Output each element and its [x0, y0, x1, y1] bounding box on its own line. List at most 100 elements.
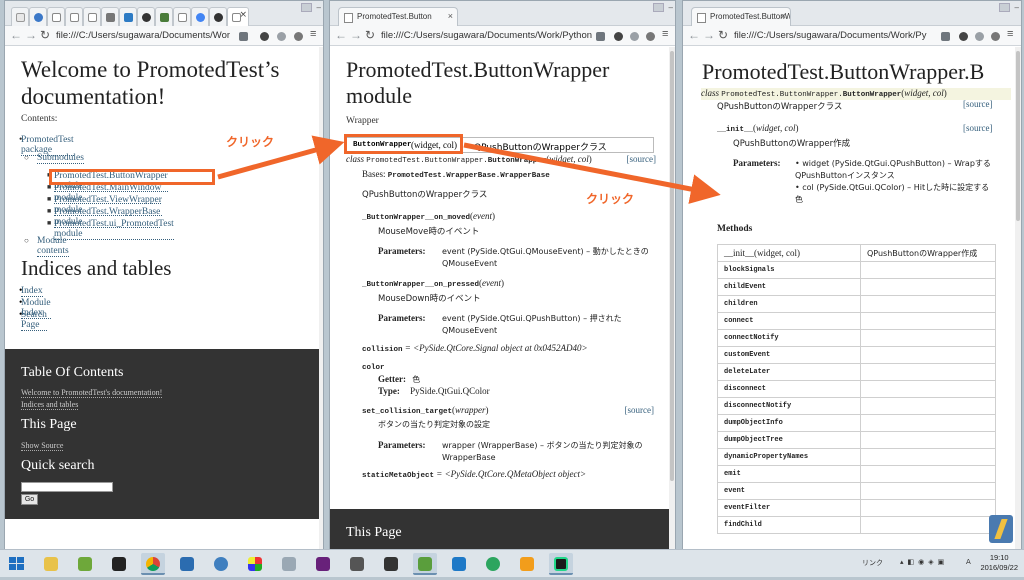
- tab-2[interactable]: [29, 7, 47, 26]
- app-button-7[interactable]: [515, 553, 539, 575]
- terminal-button[interactable]: [107, 553, 131, 575]
- new-tab-button[interactable]: [461, 7, 475, 26]
- close-tab-icon[interactable]: ×: [781, 11, 786, 21]
- method-name-cell[interactable]: dumpObjectInfo: [718, 415, 861, 432]
- address-bar[interactable]: file:///C:/Users/sugawara/Documents/Wor: [56, 29, 236, 44]
- close-tab-icon[interactable]: ×: [239, 10, 247, 20]
- extension-icon-2[interactable]: [959, 32, 968, 41]
- tab-button-wrapper[interactable]: PromotedTest.ButtonW×: [691, 7, 791, 26]
- minimize-icon[interactable]: –: [317, 3, 321, 12]
- forward-icon[interactable]: →: [25, 28, 37, 42]
- reload-icon[interactable]: ↻: [365, 28, 375, 42]
- show-source-link[interactable]: Show Source: [21, 441, 63, 451]
- extension-icon-3[interactable]: [277, 32, 286, 41]
- ime-indicator[interactable]: A: [966, 558, 971, 566]
- scrollbar[interactable]: [1015, 47, 1021, 549]
- set-collision-source-link[interactable]: [source]: [625, 405, 654, 415]
- tab-3[interactable]: [47, 7, 65, 26]
- search-page-link[interactable]: Search Page: [21, 310, 47, 331]
- method-name-cell[interactable]: blockSignals: [718, 262, 861, 279]
- start-button[interactable]: [5, 553, 29, 575]
- reload-icon[interactable]: ↻: [718, 28, 728, 42]
- tab-13-active[interactable]: ×: [227, 7, 249, 26]
- tray-link-label[interactable]: リンク: [862, 558, 883, 568]
- reload-icon[interactable]: ↻: [40, 28, 50, 42]
- minimize-icon[interactable]: –: [669, 3, 673, 12]
- minimize-icon[interactable]: –: [1015, 3, 1019, 12]
- tab-5[interactable]: [83, 7, 101, 26]
- tab-6[interactable]: [101, 7, 119, 26]
- mail-button[interactable]: [209, 553, 233, 575]
- extension-icon-2[interactable]: [614, 32, 623, 41]
- extension-icon-1[interactable]: [596, 32, 605, 41]
- app-button-3[interactable]: [277, 553, 301, 575]
- pycharm-button[interactable]: [549, 553, 573, 575]
- chrome-button[interactable]: [141, 553, 165, 575]
- app-button-6[interactable]: [481, 553, 505, 575]
- method-name-cell[interactable]: emit: [718, 466, 861, 483]
- method-name-cell[interactable]: children: [718, 296, 861, 313]
- toc-module-link-5[interactable]: PromotedTest.ui_PromotedTest module: [54, 219, 174, 240]
- tab-10[interactable]: [173, 7, 191, 26]
- extension-icon-2[interactable]: [260, 32, 269, 41]
- tab-4[interactable]: [65, 7, 83, 26]
- app-button-2[interactable]: [243, 553, 267, 575]
- go-button[interactable]: Go: [21, 494, 38, 505]
- address-bar[interactable]: file:///C:/Users/sugawara/Documents/Work…: [381, 29, 593, 44]
- class-source-link[interactable]: [source]: [627, 154, 656, 164]
- quick-search-input[interactable]: [21, 482, 113, 492]
- toc-module-contents-link[interactable]: Module contents: [37, 236, 69, 257]
- forward-icon[interactable]: →: [703, 28, 715, 42]
- method-name-cell[interactable]: customEvent: [718, 347, 861, 364]
- extension-icon-4[interactable]: [646, 32, 655, 41]
- method-name-cell[interactable]: eventFilter: [718, 500, 861, 517]
- extension-icon-4[interactable]: [991, 32, 1000, 41]
- visual-studio-button[interactable]: [311, 553, 335, 575]
- tab-9[interactable]: [155, 7, 173, 26]
- scrollbar[interactable]: [669, 47, 675, 549]
- extension-icon-4[interactable]: [294, 32, 303, 41]
- clock[interactable]: 19:102016/09/22: [980, 553, 1018, 573]
- unity-button[interactable]: [379, 553, 403, 575]
- menu-icon[interactable]: ≡: [662, 28, 668, 40]
- sidebar-indices-link[interactable]: Indices and tables: [21, 400, 78, 410]
- extension-icon-1[interactable]: [941, 32, 950, 41]
- method-name-cell[interactable]: findChild: [718, 517, 861, 534]
- method-name-cell[interactable]: connectNotify: [718, 330, 861, 347]
- method-name-cell[interactable]: dynamicPropertyNames: [718, 449, 861, 466]
- menu-icon[interactable]: ≡: [1007, 28, 1013, 40]
- explorer-button[interactable]: [39, 553, 63, 575]
- scrollbar-thumb[interactable]: [670, 51, 674, 481]
- method-name-cell[interactable]: disconnectNotify: [718, 398, 861, 415]
- extension-icon-1[interactable]: [239, 32, 248, 41]
- forward-icon[interactable]: →: [350, 28, 362, 42]
- app-button-1[interactable]: [73, 553, 97, 575]
- tab-11[interactable]: [191, 7, 209, 26]
- tab-button-wrapper[interactable]: PromotedTest.Button×: [338, 7, 458, 26]
- media-button[interactable]: [175, 553, 199, 575]
- back-icon[interactable]: ←: [688, 28, 700, 42]
- tab-12[interactable]: [209, 7, 227, 26]
- extension-icon-3[interactable]: [630, 32, 639, 41]
- app-button-4[interactable]: [345, 553, 369, 575]
- init-source-link[interactable]: [source]: [963, 123, 992, 133]
- scrollbar[interactable]: [319, 47, 323, 549]
- method-name-cell[interactable]: dumpObjectTree: [718, 432, 861, 449]
- close-tab-icon[interactable]: ×: [448, 11, 453, 21]
- method-name-cell[interactable]: childEvent: [718, 279, 861, 296]
- app-button-5[interactable]: [413, 553, 437, 575]
- scrollbar-thumb[interactable]: [1016, 51, 1020, 221]
- extension-icon-3[interactable]: [975, 32, 984, 41]
- vscode-button[interactable]: [447, 553, 471, 575]
- tab-7[interactable]: [119, 7, 137, 26]
- method-name-cell[interactable]: event: [718, 483, 861, 500]
- class-source-link[interactable]: [source]: [963, 99, 992, 109]
- tab-1[interactable]: [11, 7, 29, 26]
- address-bar[interactable]: file:///C:/Users/sugawara/Documents/Work…: [734, 29, 934, 44]
- sidebar-welcome-link[interactable]: Welcome to PromotedTest's documentation!: [21, 388, 162, 398]
- index-link[interactable]: Index: [21, 286, 43, 297]
- method-name-cell[interactable]: connect: [718, 313, 861, 330]
- back-icon[interactable]: ←: [335, 28, 347, 42]
- method-name-cell[interactable]: __init__(widget, col): [718, 245, 861, 262]
- method-name-cell[interactable]: deleteLater: [718, 364, 861, 381]
